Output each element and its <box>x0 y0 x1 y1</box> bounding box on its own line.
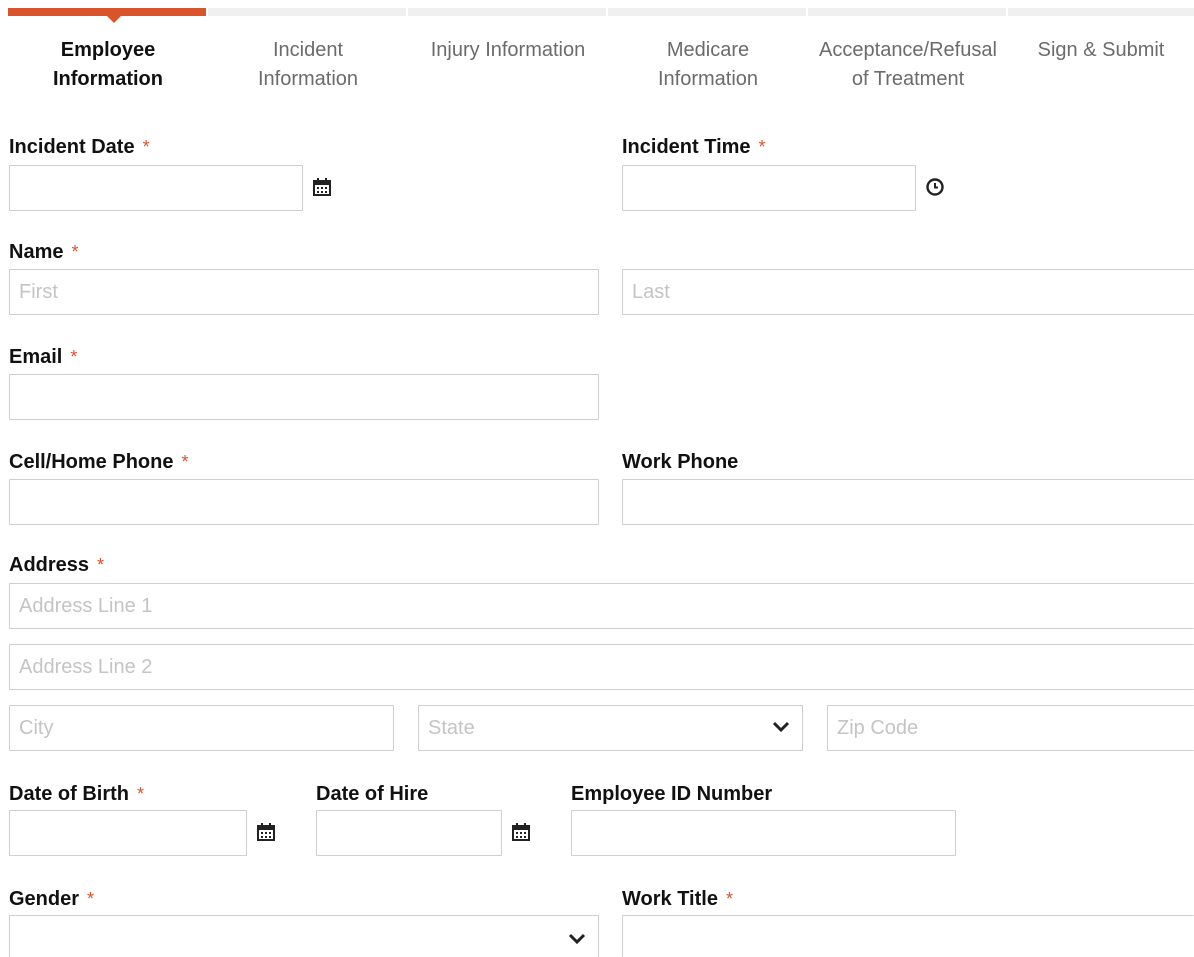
calendar-icon[interactable] <box>256 822 276 842</box>
incident-time-input[interactable] <box>622 165 916 211</box>
required-marker: * <box>87 889 95 909</box>
date-of-birth-input[interactable] <box>9 810 247 856</box>
address-line2-input[interactable] <box>9 644 1194 690</box>
step-incident-information[interactable]: Incident Information <box>208 36 408 94</box>
required-marker: * <box>97 555 105 575</box>
chevron-down-icon <box>568 933 586 945</box>
incident-time-label: Incident Time * <box>622 136 766 158</box>
work-title-label: Work Title * <box>622 888 733 910</box>
date-of-hire-label: Date of Hire <box>316 783 429 805</box>
date-of-hire-input[interactable] <box>316 810 502 856</box>
work-phone-label: Work Phone <box>622 451 739 473</box>
step-bar-employee <box>8 8 206 16</box>
email-input[interactable] <box>9 374 599 420</box>
cell-home-phone-input[interactable] <box>9 479 599 525</box>
last-name-input[interactable] <box>622 269 1194 315</box>
step-bar-sign <box>1008 8 1194 16</box>
date-of-birth-label: Date of Birth * <box>9 783 145 805</box>
step-employee-information[interactable]: Employee Information <box>8 36 208 94</box>
chevron-down-icon <box>772 721 790 733</box>
calendar-icon[interactable] <box>511 822 531 842</box>
address-label: Address * <box>9 554 105 576</box>
email-label: Email * <box>9 346 78 368</box>
city-input[interactable] <box>9 705 394 751</box>
incident-date-input[interactable] <box>9 165 303 211</box>
step-medicare-information[interactable]: Medicare Information <box>608 36 808 94</box>
work-title-input[interactable] <box>622 915 1194 957</box>
required-marker: * <box>137 784 145 804</box>
progress-steps: Employee Information Incident Informatio… <box>8 8 1194 98</box>
required-marker: * <box>181 452 189 472</box>
employee-id-label: Employee ID Number <box>571 783 773 805</box>
incident-date-label: Incident Date * <box>9 136 150 158</box>
required-marker: * <box>71 242 79 262</box>
cell-home-phone-label: Cell/Home Phone * <box>9 451 189 473</box>
required-marker: * <box>142 137 150 157</box>
required-marker: * <box>70 347 78 367</box>
step-bar-medicare <box>608 8 806 16</box>
clock-icon[interactable] <box>925 177 945 197</box>
step-indicator-arrow <box>107 16 121 23</box>
employee-id-input[interactable] <box>571 810 956 856</box>
step-sign-submit[interactable]: Sign & Submit <box>1008 36 1194 65</box>
name-label: Name * <box>9 241 79 263</box>
required-marker: * <box>725 889 733 909</box>
work-phone-input[interactable] <box>622 479 1194 525</box>
state-select-value: State <box>428 716 475 739</box>
first-name-input[interactable] <box>9 269 599 315</box>
step-injury-information[interactable]: Injury Information <box>408 36 608 65</box>
address-line1-input[interactable] <box>9 583 1194 629</box>
step-acceptance-refusal[interactable]: Acceptance/Refusal of Treatment <box>808 36 1008 94</box>
step-bar-injury <box>408 8 606 16</box>
zip-code-input[interactable] <box>827 705 1194 751</box>
calendar-icon[interactable] <box>312 177 332 197</box>
step-bar-acceptance <box>808 8 1006 16</box>
step-bar-incident <box>208 8 406 16</box>
state-select[interactable]: State <box>418 705 803 751</box>
gender-select[interactable] <box>9 915 599 957</box>
required-marker: * <box>758 137 766 157</box>
gender-label: Gender * <box>9 888 95 910</box>
